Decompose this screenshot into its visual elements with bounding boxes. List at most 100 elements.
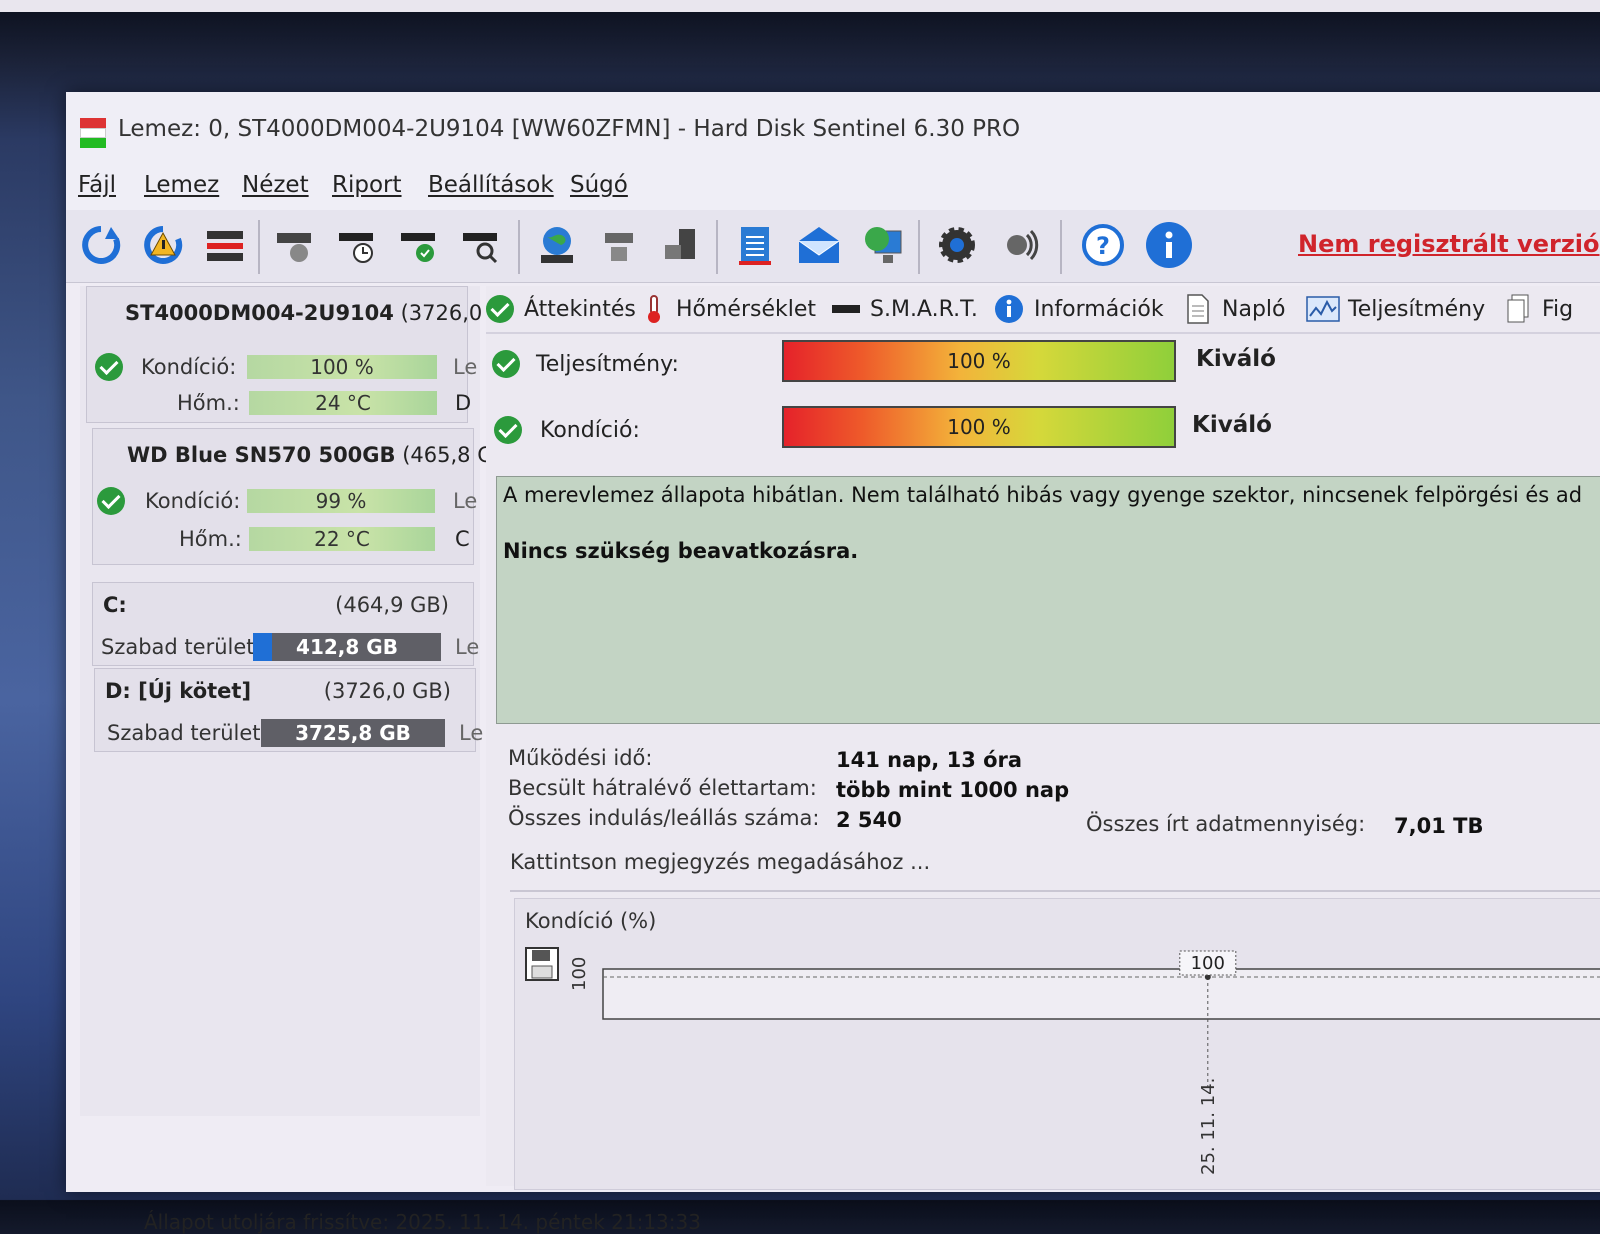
toolbar-separator [716,220,718,274]
ok-check-icon [95,353,123,381]
lifetime-label: Becsült hátralévő élettartam: [508,776,817,800]
condition-rating: Kiváló [1192,412,1272,438]
tab-alerts[interactable]: Fig [1506,286,1573,332]
free-space-label: Szabad terület [107,721,261,745]
disk-size: (465,8 G [402,443,494,467]
condition-bar: 99 % [247,489,435,513]
truncated-label: D [455,391,472,415]
ok-check-icon [494,416,522,444]
ok-check-icon [492,350,520,378]
app-window: Lemez: 0, ST4000DM004-2U9104 [WW60ZFMN] … [66,92,1600,1234]
toolbar-separator [258,220,260,274]
disk-size: (3726,0 [400,301,483,325]
title-bar: Lemez: 0, ST4000DM004-2U9104 [WW60ZFMN] … [66,92,1600,160]
free-space-value: 3725,8 GB [295,721,411,745]
save-icon[interactable] [525,947,559,981]
speaker-icon[interactable] [996,220,1046,270]
performance-chart-icon [1306,296,1340,322]
note-input[interactable]: Kattintson megjegyzés megadásához ... [510,844,1600,892]
toolbar-separator [518,220,520,274]
report-icon[interactable] [730,220,780,270]
truncated-label: C [455,527,470,551]
document-icon [1187,294,1209,324]
web-report-icon[interactable] [858,220,908,270]
volume-size: (464,9 GB) [335,593,449,617]
help-icon[interactable]: ? [1078,220,1128,270]
status-description-box: A merevlemez állapota hibátlan. Nem talá… [496,476,1600,724]
disk-name: ST4000DM004-2U9104 [125,301,394,325]
start-stop-value: 2 540 [836,808,902,832]
uptime-value: 141 nap, 13 óra [836,748,1023,772]
disk-title: ST4000DM004-2U9104 (3726,0 [125,301,482,325]
refresh-warning-icon[interactable] [138,220,188,270]
tab-log[interactable]: Napló [1186,286,1285,332]
chart-title: Kondíció (%) [525,909,657,933]
status-description: A merevlemez állapota hibátlan. Nem talá… [503,483,1583,507]
disk-list-icon[interactable] [200,220,250,270]
thermometer-icon [648,295,660,323]
tab-label: Hőmérséklet [676,296,817,322]
volume-name: D: [Új kötet] [105,679,252,703]
free-space-bar: 3725,8 GB [261,719,445,747]
temperature-label: Hőm.: [179,527,242,551]
x-tick-label: 25. 11. 14. [1198,1078,1219,1175]
disk-card-0[interactable]: ST4000DM004-2U9104 (3726,0 Kondíció: 100… [86,286,482,423]
disk-search-icon[interactable] [456,220,506,270]
info-icon [995,295,1023,323]
tab-performance[interactable]: Teljesítmény [1306,286,1485,332]
truncated-label: Le [453,489,478,513]
ok-check-icon [97,487,125,515]
truncated-label: Le [459,721,484,745]
performance-rating: Kiváló [1196,346,1276,372]
volume-card-d[interactable]: D: [Új kötet] (3726,0 GB) Szabad terület… [94,668,483,752]
menu-settings[interactable]: Beállítások [428,172,554,198]
condition-chart: 100 100 25. 11. 14. [571,950,1600,1175]
menu-view[interactable]: Nézet [242,172,309,198]
performance-bar: 100 % [782,340,1176,382]
network-disk-icon[interactable] [594,220,644,270]
usb-disk-icon[interactable] [656,220,706,270]
toolbar: ? Nem regisztrált verzió [66,210,1600,283]
ok-check-icon [486,295,514,323]
used-space-fill [253,633,272,661]
menu-bar: Fájl Lemez Nézet Riport Beállítások Súgó [66,160,1600,210]
lifetime-value: több mint 1000 nap [836,778,1070,802]
disk-card-1[interactable]: WD Blue SN570 500GB (465,8 G Kondíció: 9… [92,428,494,565]
volume-size: (3726,0 GB) [323,679,451,703]
globe-icon[interactable] [532,220,582,270]
truncated-label: Le [453,355,478,379]
unregistered-version-link[interactable]: Nem regisztrált verzió [1298,230,1600,258]
disk-check-icon[interactable] [394,220,444,270]
disk-title: WD Blue SN570 500GB (465,8 G [127,443,494,467]
tab-information[interactable]: Információk [994,286,1164,332]
menu-help[interactable]: Súgó [570,172,628,198]
disk-schedule-icon[interactable] [332,220,382,270]
tab-label: Napló [1222,296,1286,322]
disk-sound-icon[interactable] [270,220,320,270]
disk-name: WD Blue SN570 500GB [127,443,396,467]
uptime-label: Működési idő: [508,746,653,770]
menu-file[interactable]: Fájl [78,172,116,198]
tab-temperature[interactable]: Hőmérséklet [644,286,816,332]
info-icon[interactable] [1144,220,1194,270]
menu-report[interactable]: Riport [332,172,402,198]
email-icon[interactable] [794,220,844,270]
refresh-icon[interactable] [76,220,126,270]
volume-name: C: [103,593,127,617]
volume-card-c[interactable]: C: (464,9 GB) Szabad terület 412,8 GB Le [92,582,479,666]
tab-smart[interactable]: S.M.A.R.T. [832,286,978,332]
condition-label: Kondíció: [540,418,640,443]
svg-text:?: ? [1096,232,1110,260]
copy-document-icon [1507,294,1529,323]
condition-bar: 100 % [782,406,1176,448]
condition-bar: 100 % [247,355,437,379]
tab-overview[interactable]: Áttekintés [486,286,636,332]
status-bar: Állapot utoljára frissítve: 2025. 11. 14… [144,1210,701,1234]
app-logo-icon [80,118,106,148]
disk-icon [832,305,860,313]
toolbar-separator [918,220,920,274]
total-written-label: Összes írt adatmennyiség: [1086,812,1366,836]
settings-icon[interactable] [932,220,982,270]
menu-disk[interactable]: Lemez [144,172,219,198]
temperature-bar: 24 °C [249,391,437,415]
